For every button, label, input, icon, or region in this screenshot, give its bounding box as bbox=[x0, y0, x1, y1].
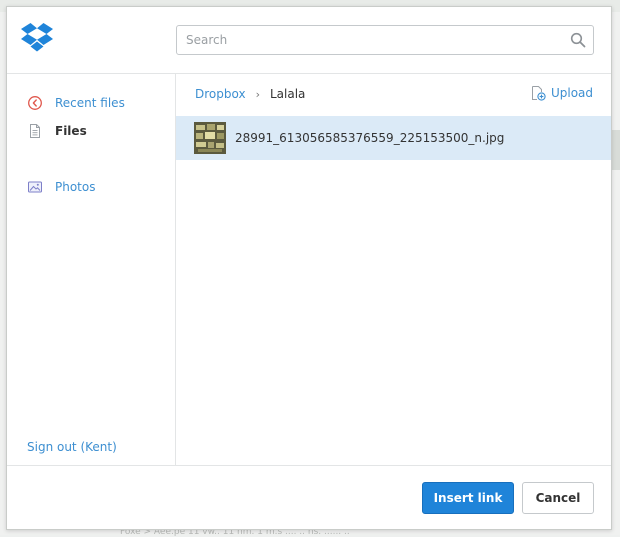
cancel-button[interactable]: Cancel bbox=[522, 482, 594, 514]
photo-icon bbox=[27, 179, 43, 195]
file-name: 28991_613056585376559_225153500_n.jpg bbox=[235, 131, 505, 145]
sign-out-link[interactable]: Sign out (Kent) bbox=[27, 440, 117, 454]
sidebar-item-label: Photos bbox=[55, 180, 96, 194]
dropbox-chooser-dialog: Recent files Files bbox=[6, 6, 612, 530]
breadcrumb-separator: › bbox=[255, 87, 260, 101]
search-box bbox=[176, 25, 594, 55]
upload-button[interactable]: Upload bbox=[530, 85, 593, 101]
dropbox-logo-icon bbox=[21, 23, 53, 52]
search-input[interactable] bbox=[177, 27, 570, 53]
image-thumbnail bbox=[194, 122, 226, 154]
file-list-item[interactable]: 28991_613056585376559_225153500_n.jpg bbox=[176, 116, 611, 160]
sidebar-item-label: Recent files bbox=[55, 96, 125, 110]
file-icon bbox=[27, 123, 43, 139]
insert-link-button[interactable]: Insert link bbox=[422, 482, 514, 514]
sidebar-item-recent-files[interactable]: Recent files bbox=[27, 93, 125, 113]
breadcrumb: Dropbox › Lalala bbox=[195, 87, 305, 101]
upload-label: Upload bbox=[550, 86, 593, 100]
upload-icon bbox=[531, 86, 546, 101]
file-browser: Dropbox › Lalala Upload 28991_6130565853… bbox=[176, 74, 611, 465]
dialog-footer: Insert link Cancel bbox=[7, 465, 611, 530]
clock-icon bbox=[27, 95, 43, 111]
dialog-header bbox=[7, 7, 611, 74]
breadcrumb-current: Lalala bbox=[269, 87, 306, 101]
sidebar-item-photos[interactable]: Photos bbox=[27, 177, 95, 197]
sidebar-item-files[interactable]: Files bbox=[27, 121, 87, 141]
breadcrumb-root-link[interactable]: Dropbox bbox=[195, 87, 246, 101]
sidebar: Recent files Files Photos Sign out (Kent… bbox=[7, 74, 176, 465]
background-scroll-edge bbox=[612, 130, 620, 170]
search-icon[interactable] bbox=[570, 32, 586, 48]
sidebar-item-label: Files bbox=[55, 124, 87, 138]
